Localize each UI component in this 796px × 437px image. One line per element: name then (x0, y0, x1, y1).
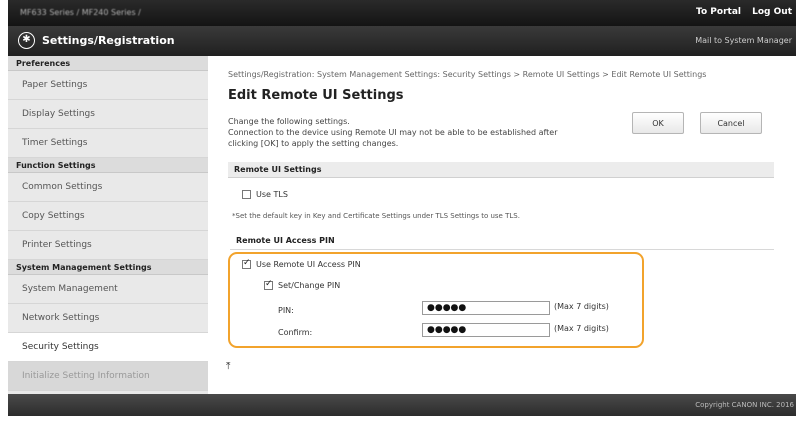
copyright: Copyright CANON INC. 2016 (695, 401, 794, 409)
confirm-label: Confirm: (278, 328, 313, 337)
use-access-pin-label: Use Remote UI Access PIN (256, 260, 361, 269)
settings-registration-icon: ✱ (18, 32, 35, 49)
tls-note: *Set the default key in Key and Certific… (232, 212, 520, 220)
sidebar-item-system-management[interactable]: System Management (8, 275, 208, 304)
top-bar: MF633 Series / MF240 Series / To Portal … (8, 0, 796, 26)
breadcrumb: Settings/Registration: System Management… (228, 70, 707, 79)
set-change-pin-checkbox[interactable] (264, 279, 273, 290)
section-remote-ui-settings: Remote UI Settings (228, 162, 774, 178)
pin-max-note: (Max 7 digits) (554, 302, 609, 311)
logout-link[interactable]: Log Out (752, 7, 792, 17)
confirm-max-note: (Max 7 digits) (554, 324, 609, 333)
sidebar-item-network-settings[interactable]: Network Settings (8, 304, 208, 333)
app-title: Settings/Registration (42, 34, 175, 47)
sidebar-item-paper-settings[interactable]: Paper Settings (8, 71, 208, 100)
set-change-pin-label: Set/Change PIN (278, 281, 341, 290)
mail-to-system-manager-link[interactable]: Mail to System Manager (695, 36, 792, 45)
description-line: clicking [OK] to apply the setting chang… (228, 139, 399, 148)
use-tls-option[interactable]: Use TLS (242, 190, 288, 199)
footer: Copyright CANON INC. 2016 (8, 394, 796, 416)
sidebar-item-copy-settings[interactable]: Copy Settings (8, 202, 208, 231)
device-model: MF633 Series / MF240 Series / (20, 8, 141, 17)
main-content: Settings/Registration: System Management… (208, 56, 796, 394)
scroll-to-top-icon[interactable]: ⤒ (226, 361, 230, 372)
description-line: Connection to the device using Remote UI… (228, 128, 558, 137)
top-links: To Portal Log Out (688, 7, 792, 17)
sidebar-section-function-settings: Function Settings (8, 158, 208, 173)
page-title: Edit Remote UI Settings (228, 88, 404, 103)
pin-label: PIN: (278, 306, 294, 315)
sidebar-item-timer-settings[interactable]: Timer Settings (8, 129, 208, 158)
use-access-pin-option[interactable]: Use Remote UI Access PIN (242, 258, 361, 269)
to-portal-link[interactable]: To Portal (696, 7, 741, 17)
description-line: Change the following settings. (228, 117, 350, 126)
use-access-pin-checkbox[interactable] (242, 258, 251, 269)
sidebar-item-security-settings[interactable]: Security Settings (8, 333, 208, 362)
sidebar-section-system-management-settings: System Management Settings (8, 260, 208, 275)
sidebar-item-display-settings[interactable]: Display Settings (8, 100, 208, 129)
sidebar: Preferences Paper Settings Display Setti… (8, 56, 208, 394)
pin-input[interactable] (422, 301, 550, 315)
sidebar-item-common-settings[interactable]: Common Settings (8, 173, 208, 202)
sidebar-item-printer-settings[interactable]: Printer Settings (8, 231, 208, 260)
title-bar: ✱ Settings/Registration Mail to System M… (8, 26, 796, 56)
cancel-button[interactable]: Cancel (700, 112, 762, 134)
section-remote-ui-access-pin: Remote UI Access PIN (230, 236, 774, 250)
use-tls-checkbox[interactable] (242, 190, 251, 199)
confirm-pin-input[interactable] (422, 323, 550, 337)
page-description: Change the following settings. Connectio… (228, 116, 630, 149)
set-change-pin-option[interactable]: Set/Change PIN (264, 279, 341, 290)
ok-button[interactable]: OK (632, 112, 684, 134)
sidebar-section-preferences: Preferences (8, 56, 208, 71)
use-tls-label: Use TLS (256, 190, 288, 199)
sidebar-item-initialize-setting-information[interactable]: Initialize Setting Information (8, 362, 208, 391)
